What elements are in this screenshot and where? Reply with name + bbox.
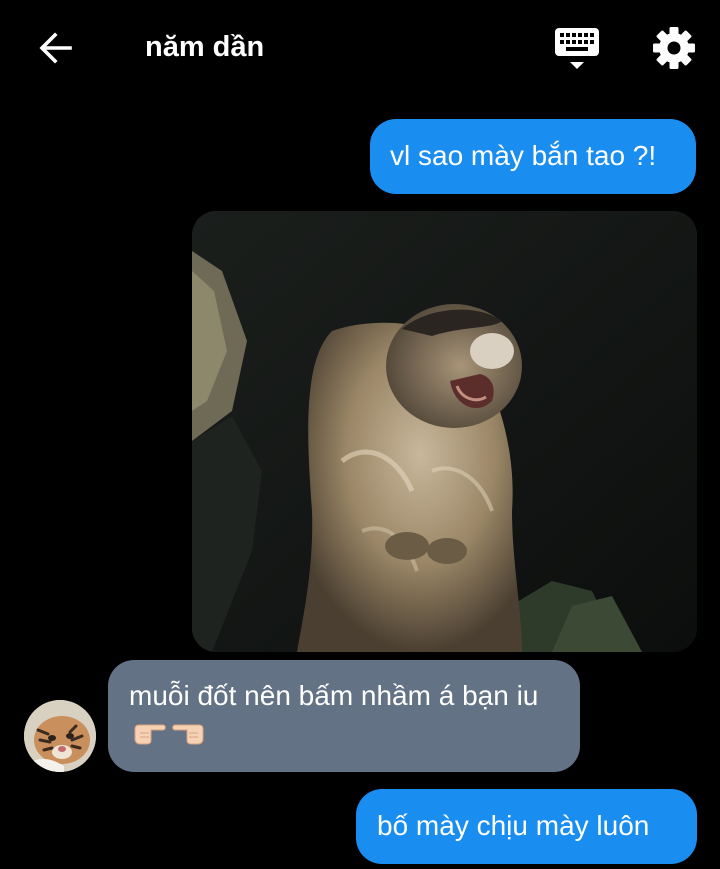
incoming-message-bubble[interactable]: muỗi đốt nên bấm nhầm á bạn iu — [108, 660, 580, 772]
outgoing-message-bubble[interactable]: vl sao mày bắn tao ?! — [370, 119, 696, 194]
message-text: muỗi đốt nên bấm nhầm á bạn iu — [129, 680, 539, 711]
tiger-avatar-icon — [24, 700, 96, 772]
chat-title: năm dần — [145, 31, 265, 63]
settings-button[interactable] — [650, 24, 698, 72]
gear-icon — [653, 27, 695, 69]
message-text: vl sao mày bắn tao ?! — [390, 140, 657, 171]
keyboard-icon — [555, 28, 599, 69]
contact-avatar[interactable] — [24, 700, 96, 772]
marmot-screaming-photo[interactable] — [192, 211, 697, 652]
chat-header: năm dần — [0, 0, 720, 96]
outgoing-message-bubble[interactable]: bố mày chịu mày luôn — [356, 789, 697, 864]
message-text: bố mày chịu mày luôn — [377, 810, 650, 841]
pointing-right-hand-icon — [133, 717, 167, 755]
keyboard-button[interactable] — [553, 26, 601, 72]
photo-illustration — [192, 211, 697, 652]
pointing-left-hand-icon — [171, 717, 205, 755]
arrow-left-icon — [39, 32, 72, 64]
back-button[interactable] — [30, 24, 82, 72]
